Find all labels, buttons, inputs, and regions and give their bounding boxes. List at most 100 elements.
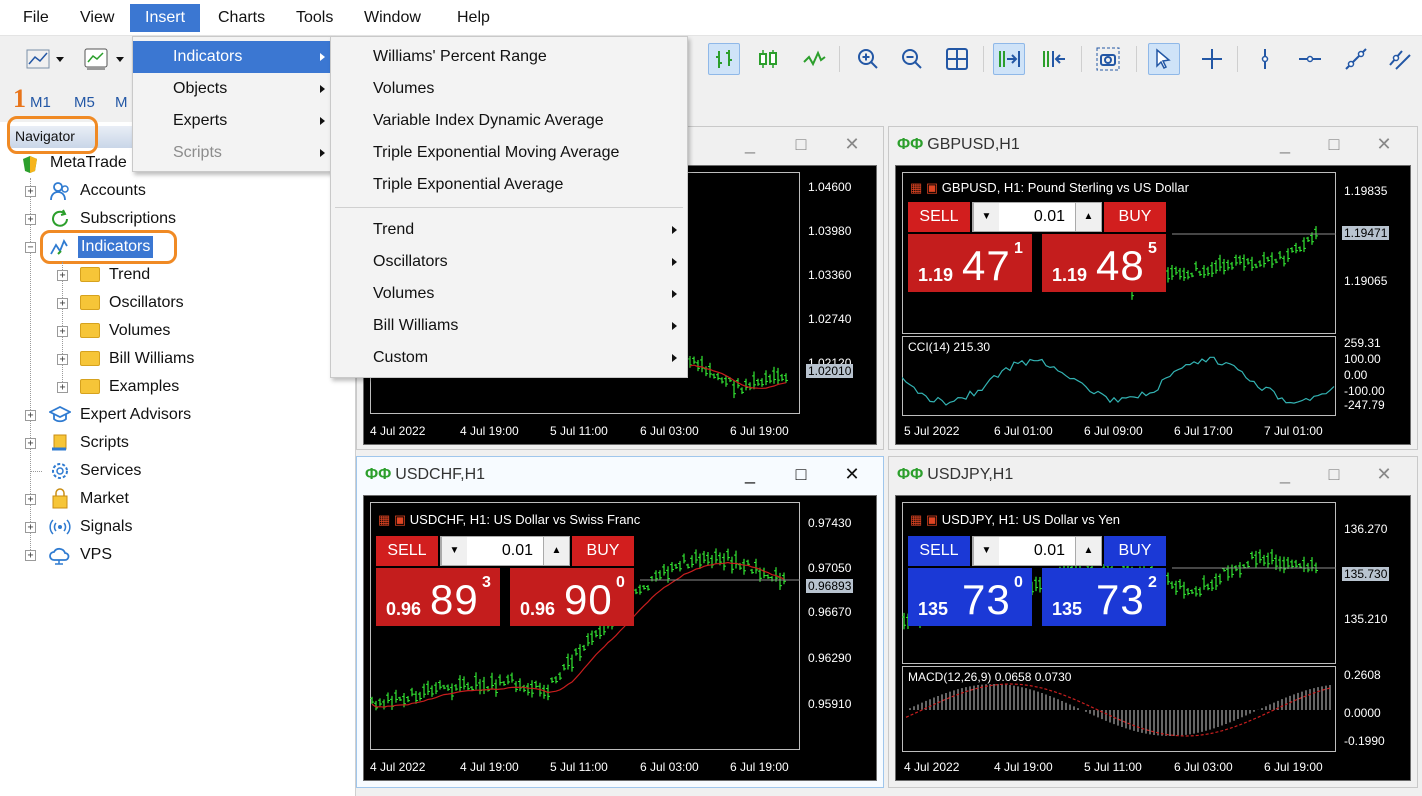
lot-decrease-button[interactable]: ▼ (441, 537, 467, 565)
tree-item-examples[interactable]: + Examples (56, 374, 316, 400)
ask-price[interactable]: 135 73 2 (1042, 568, 1166, 626)
buy-button[interactable]: BUY (1104, 202, 1166, 232)
lot-size-field[interactable]: ▼ 0.01 ▲ (972, 202, 1102, 232)
menu-item-vidya[interactable]: Variable Index Dynamic Average (331, 105, 687, 137)
ask-price[interactable]: 0.96 90 0 (510, 568, 634, 626)
scroll-icon (52, 434, 67, 451)
minimize-button[interactable]: _ (739, 133, 761, 155)
menu-item-trend[interactable]: Trend (331, 214, 687, 246)
menu-item-bill-williams[interactable]: Bill Williams (331, 310, 687, 342)
lot-increase-button[interactable]: ▲ (543, 537, 569, 565)
timeframe-m1[interactable]: M1 (30, 94, 51, 111)
auto-scroll-button[interactable] (993, 43, 1025, 75)
minimize-button[interactable]: _ (1274, 463, 1296, 485)
bar-chart-button[interactable] (708, 43, 740, 75)
ask-price[interactable]: 1.19 48 5 (1042, 234, 1166, 292)
menu-file[interactable]: File (10, 4, 62, 32)
tree-item-trend[interactable]: + Trend (56, 262, 316, 288)
tree-item-scripts[interactable]: + Scripts (24, 430, 344, 456)
minimize-button[interactable]: _ (739, 463, 761, 485)
chart-area[interactable]: ▦ ▣ GBPUSD, H1: Pound Sterling vs US Dol… (895, 165, 1411, 445)
chart-window-gbpusd[interactable]: ΦΦ GBPUSD,H1 _ □ ✕ ▦ ▣ GBPUSD, H1: Pound … (888, 126, 1418, 450)
menu-view[interactable]: View (67, 4, 127, 32)
menu-item-tema[interactable]: Triple Exponential Moving Average (331, 137, 687, 169)
tile-windows-button[interactable] (941, 43, 973, 75)
menu-window[interactable]: Window (351, 4, 434, 32)
lot-decrease-button[interactable]: ▼ (973, 203, 999, 231)
menu-item-experts[interactable]: Experts (133, 105, 331, 137)
menu-item-williams-percent-range[interactable]: Williams' Percent Range (331, 41, 687, 73)
bid-price[interactable]: 1.19 47 1 (908, 234, 1032, 292)
graduation-cap-icon (49, 405, 71, 423)
menu-item-objects[interactable]: Objects (133, 73, 331, 105)
lot-increase-button[interactable]: ▲ (1075, 203, 1101, 231)
tree-item-services[interactable]: Services (24, 458, 344, 484)
menu-item-custom[interactable]: Custom (331, 342, 687, 374)
maximize-button[interactable]: □ (790, 133, 812, 155)
maximize-button[interactable]: □ (790, 463, 812, 485)
screenshot-button[interactable] (1092, 43, 1124, 75)
menu-item-label: Williams' Percent Range (373, 48, 547, 65)
timeframe-more[interactable]: M (115, 94, 128, 111)
tree-item-signals[interactable]: + Signals (24, 514, 344, 540)
menu-help[interactable]: Help (444, 4, 503, 32)
menu-item-scripts[interactable]: Scripts (133, 137, 331, 169)
close-button[interactable]: ✕ (841, 463, 863, 485)
maximize-button[interactable]: □ (1323, 463, 1345, 485)
close-button[interactable]: ✕ (1373, 133, 1395, 155)
zoom-out-button[interactable] (896, 43, 928, 75)
menu-item-trix[interactable]: Triple Exponential Average (331, 169, 687, 201)
lot-size-field[interactable]: ▼ 0.01 ▲ (972, 536, 1102, 566)
template-dropdown[interactable] (78, 43, 130, 75)
menu-item-indicators[interactable]: Indicators (133, 41, 331, 73)
bid-price[interactable]: 0.96 89 3 (376, 568, 500, 626)
tree-item-bill-williams[interactable]: + Bill Williams (56, 346, 316, 372)
candlestick-button[interactable] (752, 43, 784, 75)
chart-area[interactable]: ▦ ▣ USDJPY, H1: US Dollar vs Yen SELL ▼ … (895, 495, 1411, 781)
menu-tools[interactable]: Tools (283, 4, 346, 32)
menu-insert[interactable]: Insert (130, 4, 201, 32)
chart-window-title: ΦΦ GBPUSD,H1 (897, 135, 1020, 155)
tree-item-volumes[interactable]: + Volumes (56, 318, 316, 344)
close-button[interactable]: ✕ (841, 133, 863, 155)
cursor-tool-button[interactable] (1148, 43, 1180, 75)
sell-button[interactable]: SELL (908, 536, 970, 566)
vertical-line-button[interactable] (1249, 43, 1281, 75)
lot-decrease-button[interactable]: ▼ (973, 537, 999, 565)
tree-item-accounts[interactable]: + Accounts (24, 178, 344, 204)
menu-charts[interactable]: Charts (205, 4, 278, 32)
timeframe-m5[interactable]: M5 (74, 94, 95, 111)
line-chart-button[interactable] (798, 43, 830, 75)
tree-item-vps[interactable]: + VPS (24, 542, 344, 568)
chart-area[interactable]: ▦ ▣ USDCHF, H1: US Dollar vs Swiss Franc… (363, 495, 877, 781)
buy-button[interactable]: BUY (1104, 536, 1166, 566)
buy-button[interactable]: BUY (572, 536, 634, 566)
menu-item-oscillators[interactable]: Oscillators (331, 246, 687, 278)
y-tick: 1.04600 (808, 180, 852, 194)
zoom-out-icon (902, 49, 922, 69)
x-tick: 6 Jul 09:00 (1084, 424, 1143, 438)
tree-item-market[interactable]: + Market (24, 486, 344, 512)
tree-item-expert-advisors[interactable]: + Expert Advisors (24, 402, 344, 428)
zoom-in-button[interactable] (852, 43, 884, 75)
maximize-button[interactable]: □ (1323, 133, 1345, 155)
tree-item-oscillators[interactable]: + Oscillators (56, 290, 316, 316)
chart-window-usdjpy[interactable]: ΦΦ USDJPY,H1 _ □ ✕ ▦ ▣ USDJPY, H1: US Dol… (888, 456, 1418, 788)
sell-button[interactable]: SELL (908, 202, 970, 232)
chart-window-usdchf[interactable]: ΦΦ USDCHF,H1 _ □ ✕ ▦ ▣ USDCHF, H1: US Dol… (356, 456, 884, 788)
trendline-button[interactable] (1340, 43, 1372, 75)
menu-item-volumes[interactable]: Volumes (331, 73, 687, 105)
close-button[interactable]: ✕ (1373, 463, 1395, 485)
bid-price[interactable]: 135 73 0 (908, 568, 1032, 626)
minimize-button[interactable]: _ (1274, 133, 1296, 155)
sell-button[interactable]: SELL (376, 536, 438, 566)
menu-item-volumes-group[interactable]: Volumes (331, 278, 687, 310)
crosshair-tool-button[interactable] (1196, 43, 1228, 75)
tree-item-subscriptions[interactable]: + Subscriptions (24, 206, 344, 232)
chart-type-dropdown[interactable] (22, 43, 70, 75)
chart-shift-button[interactable] (1038, 43, 1070, 75)
lot-increase-button[interactable]: ▲ (1075, 537, 1101, 565)
channel-button[interactable] (1384, 43, 1416, 75)
horizontal-line-button[interactable] (1294, 43, 1326, 75)
lot-size-field[interactable]: ▼ 0.01 ▲ (440, 536, 570, 566)
